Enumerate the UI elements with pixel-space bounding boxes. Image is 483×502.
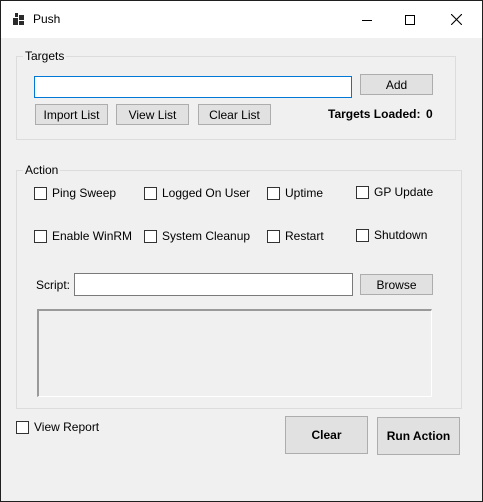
uptime-checkbox[interactable]: Uptime — [267, 186, 323, 200]
checkbox-box[interactable] — [34, 186, 47, 200]
import-list-button[interactable]: Import List — [35, 104, 108, 125]
add-button[interactable]: Add — [360, 74, 433, 95]
checkbox-box[interactable] — [267, 229, 280, 243]
checkbox-box[interactable] — [144, 229, 157, 243]
checkbox-label: Uptime — [285, 186, 324, 200]
checkbox-label: Logged On User — [162, 186, 251, 200]
action-group-label: Action — [23, 163, 61, 177]
system-cleanup-checkbox[interactable]: System Cleanup — [144, 229, 250, 243]
close-icon — [450, 14, 462, 25]
maximize-icon — [405, 14, 415, 25]
minimize-button[interactable] — [344, 1, 390, 38]
view-list-button[interactable]: View List — [116, 104, 189, 125]
app-window-icon — [13, 13, 24, 25]
browse-button[interactable]: Browse — [360, 274, 433, 295]
script-input[interactable] — [74, 273, 353, 296]
window-title: Push — [33, 12, 61, 26]
title-bar[interactable]: Push — [1, 1, 482, 38]
targets-loaded-count: 0 — [426, 107, 433, 121]
clear-button[interactable]: Clear — [285, 416, 368, 454]
checkbox-box[interactable] — [16, 420, 29, 434]
run-action-button[interactable]: Run Action — [377, 417, 460, 455]
targets-group — [16, 56, 456, 140]
script-label: Script: — [36, 278, 71, 292]
view-report-checkbox[interactable]: View Report — [16, 420, 99, 434]
ping-sweep-checkbox[interactable]: Ping Sweep — [34, 186, 116, 200]
logged-on-user-checkbox[interactable]: Logged On User — [144, 186, 250, 200]
checkbox-label: System Cleanup — [162, 229, 251, 243]
output-textarea[interactable] — [37, 309, 432, 397]
checkbox-box[interactable] — [356, 185, 369, 199]
close-button[interactable] — [433, 1, 479, 38]
checkbox-label: Shutdown — [374, 228, 428, 242]
enable-winrm-checkbox[interactable]: Enable WinRM — [34, 229, 132, 243]
minimize-icon — [362, 19, 372, 21]
gp-update-checkbox[interactable]: GP Update — [356, 185, 433, 199]
restart-checkbox[interactable]: Restart — [267, 229, 324, 243]
checkbox-label: Enable WinRM — [52, 229, 133, 243]
checkbox-label: GP Update — [374, 185, 434, 199]
checkbox-box[interactable] — [144, 186, 157, 200]
checkbox-label: Restart — [285, 229, 324, 243]
shutdown-checkbox[interactable]: Shutdown — [356, 228, 427, 242]
checkbox-box[interactable] — [34, 229, 47, 243]
checkbox-label: View Report — [34, 420, 100, 434]
target-input[interactable] — [34, 76, 352, 98]
targets-group-label: Targets — [23, 49, 67, 63]
maximize-button[interactable] — [387, 1, 433, 38]
checkbox-box[interactable] — [267, 186, 280, 200]
checkbox-label: Ping Sweep — [52, 186, 117, 200]
targets-loaded-label: Targets Loaded: — [328, 107, 421, 121]
push-window: Push Targets Add Import List View List C… — [0, 0, 483, 502]
checkbox-box[interactable] — [356, 228, 369, 242]
clear-list-button[interactable]: Clear List — [198, 104, 271, 125]
